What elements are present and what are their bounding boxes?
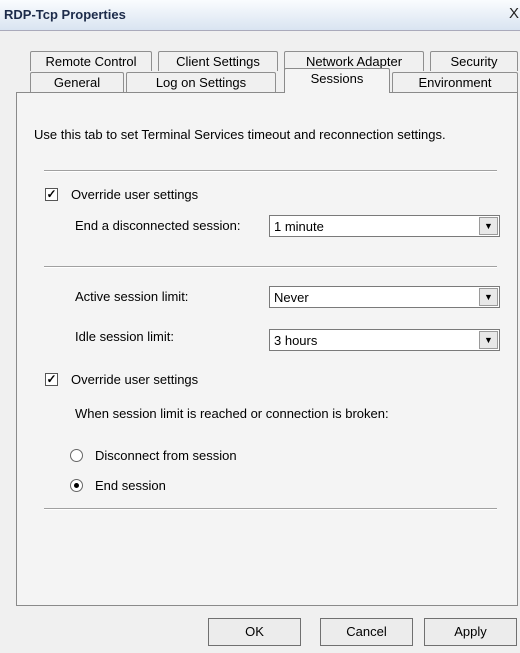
close-icon[interactable]: X <box>509 5 519 22</box>
limit-reached-text: When session limit is reached or connect… <box>75 406 389 421</box>
divider-bottom <box>44 508 497 510</box>
divider-middle <box>44 266 497 268</box>
intro-text: Use this tab to set Terminal Services ti… <box>34 127 446 142</box>
tab-security[interactable]: Security <box>430 51 518 71</box>
tab-log-on-settings[interactable]: Log on Settings <box>126 72 276 92</box>
override-checkbox-2[interactable]: ✓ <box>45 373 58 386</box>
end-session-radio[interactable] <box>70 479 83 492</box>
end-disconnected-label: End a disconnected session: <box>75 218 241 233</box>
end-session-radio-label[interactable]: End session <box>95 478 166 493</box>
apply-button[interactable]: Apply <box>424 618 517 646</box>
cancel-button[interactable]: Cancel <box>320 618 413 646</box>
end-disconnected-select[interactable]: 1 minute ▼ <box>269 215 500 237</box>
tab-general[interactable]: General <box>30 72 124 92</box>
chevron-down-icon[interactable]: ▼ <box>479 288 498 306</box>
tab-client-settings[interactable]: Client Settings <box>158 51 278 71</box>
chevron-down-icon[interactable]: ▼ <box>479 217 498 235</box>
idle-limit-select[interactable]: 3 hours ▼ <box>269 329 500 351</box>
tab-sessions[interactable]: Sessions <box>284 68 390 93</box>
chevron-down-icon[interactable]: ▼ <box>479 331 498 349</box>
disconnect-radio-label[interactable]: Disconnect from session <box>95 448 237 463</box>
end-disconnected-value: 1 minute <box>274 219 324 234</box>
tab-remote-control[interactable]: Remote Control <box>30 51 152 71</box>
override-checkbox-1[interactable]: ✓ <box>45 188 58 201</box>
idle-limit-label: Idle session limit: <box>75 329 174 344</box>
active-limit-label: Active session limit: <box>75 289 189 304</box>
title-bar: RDP-Tcp Properties X <box>0 0 520 31</box>
active-limit-select[interactable]: Never ▼ <box>269 286 500 308</box>
divider-top <box>44 170 497 172</box>
override-label-2[interactable]: Override user settings <box>71 372 198 387</box>
window-title: RDP-Tcp Properties <box>4 7 126 22</box>
idle-limit-value: 3 hours <box>274 333 318 348</box>
disconnect-radio[interactable] <box>70 449 83 462</box>
override-label-1[interactable]: Override user settings <box>71 187 198 202</box>
ok-button[interactable]: OK <box>208 618 301 646</box>
sessions-panel: Use this tab to set Terminal Services ti… <box>16 92 518 606</box>
active-limit-value: Never <box>274 290 309 305</box>
tab-environment[interactable]: Environment <box>392 72 518 92</box>
